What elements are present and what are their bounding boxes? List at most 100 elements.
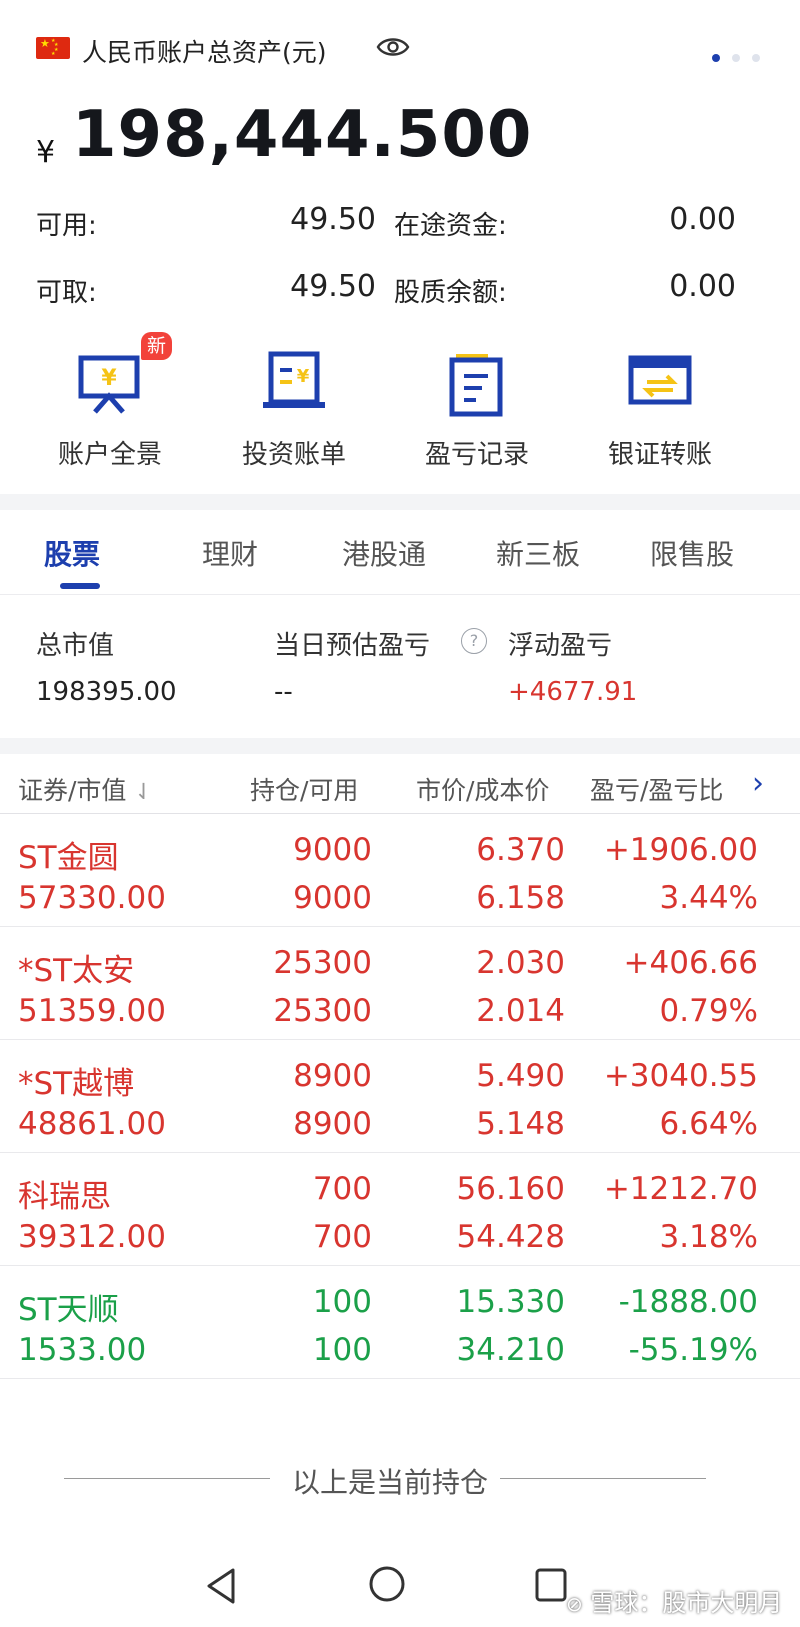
profit-record-button[interactable]: 盈亏记录 [402, 350, 552, 471]
stock-name: *ST越博 [18, 1066, 135, 1102]
market-value-label: 总市值 [36, 631, 115, 661]
bank-transfer-label: 银证转账 [607, 440, 712, 470]
profit-record-label: 盈亏记录 [424, 440, 529, 470]
svg-text:¥: ¥ [101, 366, 117, 391]
table-row[interactable]: 科瑞思 39312.00 700 700 56.160 54.428 +1212.70 3.1… [0, 1153, 800, 1266]
stock-name: ST天顺 [18, 1292, 119, 1328]
daily-pl-value: -- [274, 677, 293, 707]
account-title: 人民币账户总资产(元) [82, 38, 327, 67]
account-overview-button[interactable]: ¥ 新 账户全景 [35, 332, 185, 471]
stock-cost: 2.014 [476, 993, 565, 1029]
tab-hk-connect[interactable]: 港股通 [342, 533, 426, 573]
stock-price: 2.030 [476, 945, 565, 981]
tab-divider [0, 594, 800, 595]
stock-pl-pct: 3.44% [659, 880, 758, 916]
stock-holding: 700 [312, 1171, 372, 1207]
tab-wealth[interactable]: 理财 [202, 533, 258, 573]
pledge-label: 股质余额: [394, 278, 507, 308]
header-label: 证券/市值 [18, 776, 127, 805]
withdrawable-value: 49.50 [290, 269, 376, 304]
eye-icon[interactable] [376, 34, 410, 60]
stock-cost: 54.428 [456, 1219, 565, 1255]
in-transit-label: 在途资金: [394, 211, 507, 241]
float-pl-label: 浮动盈亏 [508, 631, 613, 661]
investment-bill-button[interactable]: ¥ 投资账单 [219, 350, 369, 471]
table-row[interactable]: ST金圆 57330.00 9000 9000 6.370 6.158 +1906.00 3.… [0, 814, 800, 927]
stock-cost: 5.148 [476, 1106, 565, 1142]
watermark: ⊘ 雪球：股市大明月 [566, 1583, 782, 1618]
stock-pl: +406.66 [623, 945, 758, 981]
snowball-logo-icon: ⊘ [566, 1592, 583, 1616]
stock-price: 5.490 [476, 1058, 565, 1094]
recent-apps-icon[interactable] [533, 1566, 569, 1610]
market-value: 198395.00 [36, 677, 177, 707]
stock-pl-pct: 3.18% [659, 1219, 758, 1255]
stock-pl: +1906.00 [603, 832, 758, 868]
stock-available: 700 [312, 1219, 372, 1255]
tab-active-indicator [60, 583, 100, 589]
stock-pl-pct: 6.64% [659, 1106, 758, 1142]
page-indicator [712, 47, 772, 66]
stock-holding: 25300 [273, 945, 372, 981]
bank-transfer-button[interactable]: 银证转账 [585, 350, 735, 471]
account-overview-label: 账户全景 [57, 440, 162, 470]
column-header-pl: 盈亏/盈亏比 [590, 776, 724, 805]
stock-pl: +3040.55 [603, 1058, 758, 1094]
stock-price: 15.330 [456, 1284, 565, 1320]
bank-transfer-icon [625, 350, 695, 420]
currency-symbol: ¥ [36, 135, 56, 170]
float-pl-value: +4677.91 [508, 677, 638, 707]
section-divider [0, 738, 800, 754]
footer-line-left [64, 1478, 270, 1479]
new-badge: 新 [141, 332, 173, 360]
tab-restricted[interactable]: 限售股 [650, 533, 734, 573]
pledge-value: 0.00 [669, 269, 736, 304]
investment-bill-label: 投资账单 [241, 440, 346, 470]
table-row[interactable]: ST天顺 1533.00 100 100 15.330 34.210 -1888.00 -55… [0, 1266, 800, 1379]
stock-price: 56.160 [456, 1171, 565, 1207]
stock-available: 8900 [293, 1106, 372, 1142]
stock-name: ST金圆 [18, 840, 119, 876]
stock-holding: 100 [312, 1284, 372, 1320]
footer-line-right [500, 1478, 706, 1479]
stock-holding: 9000 [293, 832, 372, 868]
stock-pl: +1212.70 [603, 1171, 758, 1207]
back-icon[interactable] [203, 1566, 239, 1610]
stock-available: 100 [312, 1332, 372, 1368]
watermark-text: 雪球：股市大明月 [590, 1589, 783, 1617]
daily-pl-label: 当日预估盈亏 [274, 631, 431, 661]
help-icon[interactable]: ? [461, 628, 487, 654]
stock-name: 科瑞思 [18, 1179, 111, 1215]
sort-down-icon: ⇃ [134, 780, 153, 805]
stock-market-value: 1533.00 [18, 1332, 147, 1368]
tab-neeq[interactable]: 新三板 [496, 533, 580, 573]
available-value: 49.50 [290, 202, 376, 237]
stock-name: *ST太安 [18, 953, 135, 989]
stock-pl-pct: -55.19% [628, 1332, 758, 1368]
tab-stocks[interactable]: 股票 [44, 533, 100, 573]
table-row[interactable]: *ST太安 51359.00 25300 25300 2.030 2.014 +406.66… [0, 927, 800, 1040]
svg-text:¥: ¥ [297, 366, 310, 387]
column-header-position: 持仓/可用 [250, 776, 359, 805]
account-overview-icon: ¥ 新 [75, 332, 173, 420]
stock-cost: 34.210 [456, 1332, 565, 1368]
stock-available: 25300 [273, 993, 372, 1029]
stock-available: 9000 [293, 880, 372, 916]
stock-price: 6.370 [476, 832, 565, 868]
total-assets-value: 198,444.500 [72, 98, 533, 172]
withdrawable-label: 可取: [36, 278, 97, 308]
available-label: 可用: [36, 211, 97, 241]
section-divider [0, 494, 800, 510]
home-icon[interactable] [367, 1564, 407, 1608]
stock-market-value: 57330.00 [18, 880, 166, 916]
footer-text: 以上是当前持仓 [292, 1466, 489, 1499]
profit-record-icon [442, 350, 512, 420]
table-row[interactable]: *ST越博 48861.00 8900 8900 5.490 5.148 +3040.55 6… [0, 1040, 800, 1153]
stock-pl: -1888.00 [618, 1284, 758, 1320]
stock-market-value: 48861.00 [18, 1106, 166, 1142]
stock-cost: 6.158 [476, 880, 565, 916]
column-header-security[interactable]: 证券/市值 ⇃ [18, 771, 153, 807]
chevron-right-icon[interactable]: › [752, 766, 764, 801]
stock-pl-pct: 0.79% [659, 993, 758, 1029]
stock-market-value: 51359.00 [18, 993, 166, 1029]
